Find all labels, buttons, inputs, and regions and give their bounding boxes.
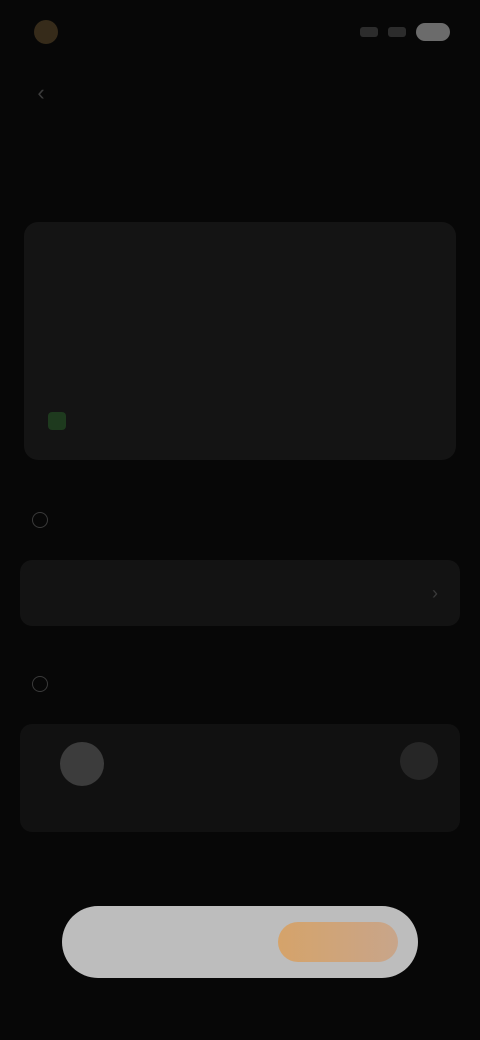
options-card	[20, 724, 460, 832]
avatar	[60, 742, 104, 786]
description-card	[24, 222, 456, 460]
chevron-right-icon: ›	[432, 582, 438, 603]
battery-icon	[416, 23, 450, 41]
action-bar	[62, 906, 418, 978]
option-left[interactable]	[42, 742, 104, 800]
app-indicator-icon	[34, 20, 58, 44]
screen: ‹ ›	[0, 0, 480, 1040]
recommended-section-header	[22, 512, 48, 528]
back-arrow-icon: ‹	[37, 80, 45, 105]
status-wrap	[48, 412, 78, 430]
option-right[interactable]	[400, 742, 438, 803]
status-left	[34, 20, 68, 44]
wifi-icon	[388, 27, 406, 37]
option-toggle-icon	[400, 742, 438, 780]
info-icon[interactable]	[32, 676, 48, 692]
status-right	[360, 23, 450, 41]
back-button[interactable]: ‹	[26, 78, 56, 108]
primary-action-button[interactable]	[278, 922, 398, 962]
info-icon[interactable]	[32, 512, 48, 528]
status-bar	[34, 14, 450, 50]
status-badge-icon	[48, 412, 66, 430]
description-footer	[48, 412, 432, 430]
recommended-item[interactable]: ›	[20, 560, 460, 626]
options-section-header	[22, 676, 48, 692]
signal-icon	[360, 27, 378, 37]
